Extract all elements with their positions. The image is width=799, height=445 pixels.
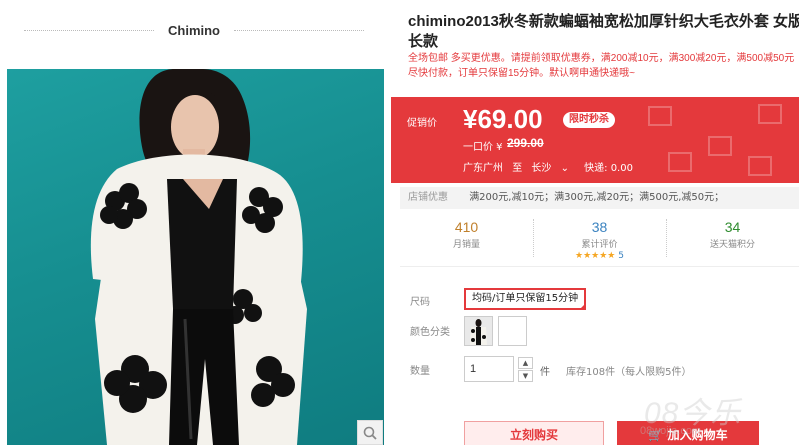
site-watermark: 08今乐 08wojia.com [592,388,799,445]
size-label: 尺码 [410,297,430,308]
gift-pattern-icon [648,104,782,176]
rating-stars: ★★★★★ 5 [533,251,666,261]
stat-caption: 累计评价 [581,240,618,250]
gallery-panel: Chimino [0,0,390,445]
stat-points: 34 送天猫积分 [666,213,799,266]
magnifier-icon [363,426,377,440]
stat-number: 34 [724,219,741,235]
chevron-down-icon: ⌄ [560,163,569,174]
shop-discount-label: 店铺优惠 [408,192,448,203]
color-swatch-2[interactable] [498,316,527,346]
promo-label: 促销价 [407,118,437,129]
shop-discount-text: 满200元,减10元；满300元,减20元；满500元,减50元； [469,192,725,203]
stat-reviews[interactable]: 38 累计评价 ★★★★★ 5 [533,213,666,266]
promo-price-box: 促销价 ¥69.00 限时秒杀 一口价 ¥ 299.00 广东广州 至 长沙 ⌄… [391,97,799,183]
product-notice: 全场包邮 多买更优惠。请提前领取优惠券，满200减10元，满300减20元，满5… [408,53,795,79]
stat-caption: 月销量 [452,240,480,250]
ship-to-label: 至 [512,163,523,174]
stat-number: 410 [454,219,479,235]
product-photo[interactable] [7,69,384,445]
stat-monthly-sales: 410 月销量 [400,213,533,266]
divider [234,29,364,31]
express-fee: 快递: 0.00 [584,163,633,174]
rating-value: 5 [618,251,624,261]
color-swatch-1[interactable] [464,316,493,346]
ship-to-select[interactable]: 长沙 ⌄ [531,163,575,174]
size-option[interactable]: 均码/订单只保留15分钟 [464,288,587,310]
sales-stats: 410 月销量 38 累计评价 ★★★★★ 5 34 送天猫积分 [400,213,799,267]
model-illustration [90,69,307,445]
quantity-label: 数量 [410,366,430,377]
quantity-input[interactable] [464,356,514,382]
swatch-thumbnail [465,317,492,345]
original-price-label: 一口价 ¥ [463,142,503,153]
brand-name[interactable]: Chimino [154,23,234,38]
stat-number: 38 [591,219,608,235]
shop-discount-bar: 店铺优惠 满200元,减10元；满300元,减20元；满500元,减50元； [400,187,799,209]
product-title: chimino2013秋冬新款蝙蝠袖宽松加厚针织大毛衣外套 女版长款 [408,13,799,50]
stat-caption: 送天猫积分 [709,240,755,250]
shipping-info: 广东广州 至 长沙 ⌄ 快递: 0.00 [463,159,639,174]
product-detail-panel: chimino2013秋冬新款蝙蝠袖宽松加厚针织大毛衣外套 女版长款 全场包邮 … [391,0,799,445]
watermark-url: 08wojia.com [640,425,702,437]
quantity-up-icon[interactable]: ▲ [518,357,533,369]
stock-info: 库存108件（每人限购5件） [566,367,692,378]
color-label: 颜色分类 [410,327,450,338]
ship-from: 广东广州 [463,163,503,174]
buy-now-button[interactable]: 立刻购买 [464,421,604,445]
divider [24,29,154,31]
original-price: 299.00 [507,136,544,150]
star-icon: ★★★★★ [575,251,616,261]
promo-price: ¥69.00 [463,104,543,134]
zoom-button[interactable] [357,420,383,445]
quantity-down-icon[interactable]: ▼ [518,370,533,382]
flash-sale-badge: 限时秒杀 [563,112,615,128]
brand-header: Chimino [24,18,364,42]
quantity-unit: 件 [540,367,550,378]
